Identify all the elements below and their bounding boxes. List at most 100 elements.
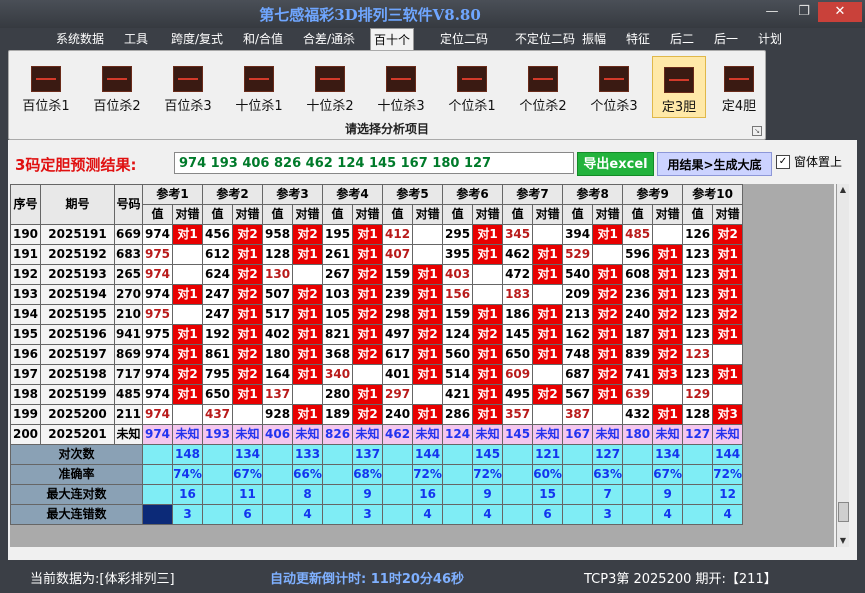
row-seq: 192 <box>10 264 41 285</box>
ref-check <box>292 384 324 405</box>
ribbon-button[interactable]: 百位杀3 <box>155 56 221 116</box>
ref-check: 对1 <box>412 344 444 365</box>
ref-check: 对1 <box>352 284 384 305</box>
stats-value: 16 <box>412 484 444 505</box>
ref-value: 617 <box>382 344 414 365</box>
ribbon-button-label: 个位杀3 <box>590 99 638 114</box>
table-row[interactable]: 198 2025199 485 974 对1 650 对1 137 280 对1 297 421 对1 4… <box>10 384 744 405</box>
generate-base-button[interactable]: 用结果>生成大底 <box>657 152 772 176</box>
table-row[interactable]: 195 2025196 941 975 对1 192 对1 402 对1 821 对1 497 对2 12… <box>10 324 744 345</box>
ribbon-button[interactable]: 十位杀3 <box>368 56 434 116</box>
table-row[interactable]: 192 2025193 265 974 624 对2 130 267 对2 159 对1 403 472… <box>10 264 744 285</box>
row-number: 485 <box>114 384 143 405</box>
ref-value: 183 <box>502 284 534 305</box>
prediction-row[interactable]: 200 2025201 未知 974 未知 193 未知 406 未知 826 未知 462 未知 124… <box>10 424 744 445</box>
menu-item[interactable]: 后一 <box>710 30 742 48</box>
menu-item[interactable]: 计划 <box>754 30 786 48</box>
ref-check <box>532 364 564 385</box>
ref-value: 974 <box>142 224 173 245</box>
table-row[interactable]: 197 2025198 717 974 对2 795 对2 164 对1 340 401 对1 514 对… <box>10 364 744 385</box>
menu-item[interactable]: 和/合值 <box>238 30 288 48</box>
ref-value: 156 <box>442 284 474 305</box>
ref-value: 497 <box>382 324 414 345</box>
table-row[interactable]: 194 2025195 210 975 247 对1 517 对1 105 对2 298 对1 159 对… <box>10 304 744 325</box>
menu-item[interactable]: 特征 <box>622 30 654 48</box>
menu-item[interactable]: 振幅 <box>578 30 610 48</box>
ref-value: 213 <box>562 304 594 325</box>
ref-check: 对1 <box>472 244 504 265</box>
scroll-up-icon[interactable]: ▲ <box>837 184 849 196</box>
ref-value: 514 <box>442 364 474 385</box>
stats-value: 137 <box>352 444 384 465</box>
stats-value: 9 <box>652 484 684 505</box>
ref-check: 对1 <box>292 404 324 425</box>
ref-value: 650 <box>202 384 234 405</box>
stats-label: 最大连错数 <box>10 504 143 525</box>
ref-value: 123 <box>682 284 714 305</box>
minimize-button[interactable]: — <box>758 2 786 22</box>
ref-check: 对1 <box>652 284 684 305</box>
pred-check: 未知 <box>592 424 624 445</box>
ribbon-button[interactable]: 个位杀2 <box>510 56 576 116</box>
menu-item[interactable]: 后二 <box>666 30 698 48</box>
ref-check: 对1 <box>352 244 384 265</box>
ref-value: 124 <box>442 324 474 345</box>
table-row[interactable]: 199 2025200 211 974 437 928 对1 189 对2 240 对1 286 对1 3… <box>10 404 744 425</box>
menu-item[interactable]: 定位二码 <box>430 30 498 48</box>
ref-check <box>472 284 504 305</box>
prediction-result-field[interactable]: 974 193 406 826 462 124 145 167 180 127 <box>174 152 574 174</box>
ribbon-button[interactable]: 定4胆 <box>716 56 762 116</box>
ref-value: 485 <box>622 224 654 245</box>
stats-blank <box>562 504 594 525</box>
close-button[interactable]: ✕ <box>818 2 862 22</box>
row-number: 210 <box>114 304 143 325</box>
export-excel-button[interactable]: 导出excel <box>577 152 654 176</box>
menu-item[interactable]: 跨度/复式 <box>166 30 228 48</box>
ref-value: 195 <box>322 224 354 245</box>
ref-check <box>412 244 444 265</box>
ref-check: 对1 <box>171 284 204 305</box>
ref-value: 180 <box>262 344 294 365</box>
column-subheader: 值 <box>622 204 654 225</box>
scroll-thumb[interactable] <box>838 502 849 522</box>
stats-blank <box>442 504 474 525</box>
menu-item[interactable]: 合差/通杀 <box>300 30 358 48</box>
pred-value: 974 <box>142 424 173 445</box>
table-row[interactable]: 190 2025191 669 974 对1 456 对2 958 对2 195 对1 412 295 对… <box>10 224 744 245</box>
ref-check: 对1 <box>412 364 444 385</box>
ribbon-launcher-icon[interactable]: ↘ <box>752 126 762 136</box>
ref-check: 对1 <box>712 364 744 385</box>
ref-check: 对1 <box>472 384 504 405</box>
menu-item[interactable]: 百十个 <box>370 28 414 51</box>
stats-value: 74% <box>171 464 204 485</box>
pred-check: 未知 <box>472 424 504 445</box>
column-subheader: 对错 <box>532 204 564 225</box>
row-number: 941 <box>114 324 143 345</box>
menu-item[interactable]: 不定位二码 <box>510 30 580 48</box>
vertical-scrollbar[interactable]: ▲ ▼ <box>836 184 849 547</box>
window-on-top-checkbox[interactable]: ✓ <box>776 155 790 169</box>
table-row[interactable]: 193 2025194 270 974 对1 247 对2 507 对2 103 对1 239 对1 15… <box>10 284 744 305</box>
column-header: 参考1 <box>141 184 204 205</box>
ribbon-button[interactable]: 十位杀2 <box>297 56 363 116</box>
menu-item[interactable]: 工具 <box>120 30 152 48</box>
ribbon-button[interactable]: 定3胆 <box>652 56 706 118</box>
pred-check: 未知 <box>412 424 444 445</box>
ribbon-button[interactable]: 百位杀2 <box>84 56 150 116</box>
menu-item[interactable]: 系统数据 <box>52 30 108 48</box>
ribbon-button[interactable]: 十位杀1 <box>226 56 292 116</box>
scroll-down-icon[interactable]: ▼ <box>837 535 849 547</box>
ribbon-button[interactable]: 百位杀1 <box>13 56 79 116</box>
ribbon-button[interactable]: 个位杀3 <box>581 56 647 116</box>
column-subheader: 值 <box>442 204 474 225</box>
maximize-button[interactable]: ❐ <box>790 2 818 22</box>
ref-value: 247 <box>202 284 234 305</box>
column-header: 参考9 <box>622 184 684 205</box>
ribbon-button[interactable]: 个位杀1 <box>439 56 505 116</box>
pred-value: 406 <box>262 424 294 445</box>
ref-check <box>652 224 684 245</box>
pred-check: 未知 <box>532 424 564 445</box>
ref-value: 209 <box>562 284 594 305</box>
table-row[interactable]: 191 2025192 683 975 612 对1 128 对1 261 对1 407 395 对1 4… <box>10 244 744 265</box>
table-row[interactable]: 196 2025197 869 974 对1 861 对2 180 对1 368 对2 617 对1 56… <box>10 344 744 365</box>
